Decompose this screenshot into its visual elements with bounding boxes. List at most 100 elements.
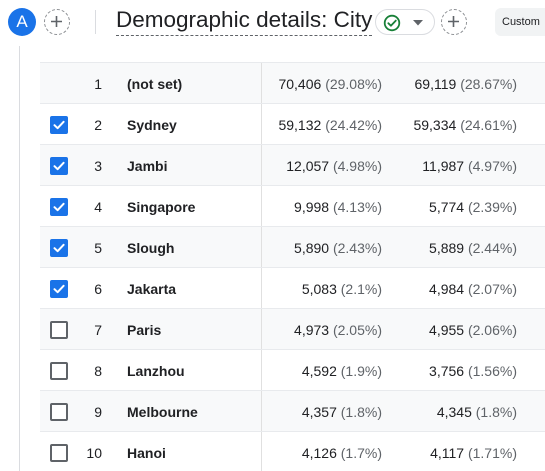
row-checkbox[interactable] xyxy=(50,403,68,421)
chevron-down-icon xyxy=(413,20,423,26)
table-row[interactable]: 4 Singapore 9,998 (4.13%) 5,774 (2.39%) xyxy=(40,185,545,226)
column-divider xyxy=(261,391,262,431)
metric-1-cell: 12,057 (4.98%) xyxy=(286,158,382,174)
report-status-dropdown[interactable] xyxy=(375,9,435,35)
metric-1-cell: 4,592 (1.9%) xyxy=(302,363,382,379)
metric-2-cell: 4,984 (2.07%) xyxy=(429,281,517,297)
metric-1-percent: (24.42%) xyxy=(325,117,382,133)
row-checkbox-checked[interactable] xyxy=(50,239,68,257)
metric-2-percent: (1.56%) xyxy=(467,363,517,379)
column-divider xyxy=(261,186,262,226)
city-name: Jambi xyxy=(127,158,168,174)
metric-2-value: 69,119 xyxy=(414,76,457,92)
column-divider xyxy=(261,432,262,471)
city-table: 1 (not set) 70,406 (29.08%) 69,119 (28.67%)… xyxy=(40,62,545,471)
city-name: (not set) xyxy=(127,76,183,92)
metric-2-cell: 5,774 (2.39%) xyxy=(429,199,517,215)
row-rank: 1 xyxy=(94,76,102,92)
metric-2-percent: (2.07%) xyxy=(467,281,517,297)
table-row[interactable]: 10 Hanoi 4,126 (1.7%) 4,117 (1.71%) xyxy=(40,431,545,471)
date-range-chip[interactable]: Custom xyxy=(495,8,545,36)
check-circle-icon xyxy=(383,14,401,32)
row-checkbox-checked[interactable] xyxy=(50,116,68,134)
table-row[interactable]: 3 Jambi 12,057 (4.98%) 11,987 (4.97%) xyxy=(40,144,545,185)
header-divider xyxy=(95,10,96,34)
metric-2-value: 4,955 xyxy=(429,322,465,338)
metric-1-cell: 5,083 (2.1%) xyxy=(302,281,382,297)
add-filter-button[interactable] xyxy=(441,9,467,35)
checkmark-icon xyxy=(53,202,65,212)
metric-1-percent: (4.13%) xyxy=(332,199,382,215)
metric-2-percent: (28.67%) xyxy=(460,76,517,92)
column-divider xyxy=(261,63,262,103)
metric-1-percent: (1.9%) xyxy=(340,363,382,379)
city-name: Hanoi xyxy=(127,445,166,461)
page-title[interactable]: Demographic details: City xyxy=(116,7,373,36)
account-avatar[interactable]: A xyxy=(8,8,36,36)
column-divider xyxy=(261,104,262,144)
city-name: Slough xyxy=(127,240,175,256)
metric-1-percent: (2.1%) xyxy=(340,281,382,297)
metric-2-cell: 59,334 (24.61%) xyxy=(413,117,517,133)
metric-1-value: 5,890 xyxy=(294,240,330,256)
row-checkbox[interactable] xyxy=(50,321,68,339)
checkmark-icon xyxy=(53,284,65,294)
metric-2-value: 3,756 xyxy=(429,363,465,379)
metric-1-value: 59,132 xyxy=(278,117,322,133)
city-name: Singapore xyxy=(127,199,196,215)
metric-2-percent: (1.8%) xyxy=(475,404,517,420)
metric-2-value: 5,774 xyxy=(429,199,465,215)
panel-left-border xyxy=(19,46,20,471)
column-divider xyxy=(261,309,262,349)
metric-1-percent: (1.8%) xyxy=(340,404,382,420)
metric-2-percent: (24.61%) xyxy=(460,117,517,133)
metric-2-cell: 69,119 (28.67%) xyxy=(415,76,517,92)
metric-1-value: 5,083 xyxy=(301,281,337,297)
row-rank: 5 xyxy=(94,240,102,256)
metric-2-value: 4,345 xyxy=(436,404,472,420)
city-name: Paris xyxy=(127,322,162,338)
table-row[interactable]: 1 (not set) 70,406 (29.08%) 69,119 (28.67%) xyxy=(40,62,545,103)
checkmark-icon xyxy=(53,120,65,130)
row-checkbox[interactable] xyxy=(50,362,68,380)
metric-2-cell: 3,756 (1.56%) xyxy=(429,363,517,379)
metric-1-percent: (4.98%) xyxy=(332,158,382,174)
metric-1-percent: (1.7%) xyxy=(340,445,382,461)
metric-1-value: 4,126 xyxy=(301,445,337,461)
metric-2-value: 59,334 xyxy=(413,117,457,133)
table-row[interactable]: 2 Sydney 59,132 (24.42%) 59,334 (24.61%) xyxy=(40,103,545,144)
metric-2-percent: (2.39%) xyxy=(467,199,517,215)
metric-1-value: 4,973 xyxy=(294,322,330,338)
row-checkbox[interactable] xyxy=(50,444,68,462)
column-divider xyxy=(261,145,262,185)
row-rank: 9 xyxy=(94,404,102,420)
metric-1-cell: 5,890 (2.43%) xyxy=(294,240,382,256)
row-checkbox-checked[interactable] xyxy=(50,157,68,175)
plus-icon xyxy=(448,16,459,27)
table-row[interactable]: 7 Paris 4,973 (2.05%) 4,955 (2.06%) xyxy=(40,308,545,349)
table-header-strip xyxy=(40,46,545,62)
metric-1-value: 70,406 xyxy=(278,76,322,92)
city-name: Jakarta xyxy=(127,281,177,297)
add-comparison-button[interactable] xyxy=(44,9,70,35)
table-row[interactable]: 8 Lanzhou 4,592 (1.9%) 3,756 (1.56%) xyxy=(40,349,545,390)
metric-1-cell: 4,973 (2.05%) xyxy=(294,322,382,338)
metric-2-value: 4,117 xyxy=(430,445,465,461)
table-row[interactable]: 5 Slough 5,890 (2.43%) 5,889 (2.44%) xyxy=(40,226,545,267)
metric-1-cell: 4,357 (1.8%) xyxy=(302,404,382,420)
column-divider xyxy=(261,350,262,390)
row-checkbox-checked[interactable] xyxy=(50,198,68,216)
metric-1-value: 4,592 xyxy=(301,363,337,379)
column-divider xyxy=(261,268,262,308)
table-row[interactable]: 6 Jakarta 5,083 (2.1%) 4,984 (2.07%) xyxy=(40,267,545,308)
metric-2-cell: 4,345 (1.8%) xyxy=(437,404,517,420)
metric-1-cell: 70,406 (29.08%) xyxy=(278,76,382,92)
metric-1-percent: (2.05%) xyxy=(332,322,382,338)
metric-1-cell: 4,126 (1.7%) xyxy=(302,445,382,461)
table-row[interactable]: 9 Melbourne 4,357 (1.8%) 4,345 (1.8%) xyxy=(40,390,545,431)
row-rank: 10 xyxy=(86,445,102,461)
row-checkbox-checked[interactable] xyxy=(50,280,68,298)
row-rank: 8 xyxy=(94,363,102,379)
metric-1-cell: 9,998 (4.13%) xyxy=(294,199,382,215)
metric-1-percent: (2.43%) xyxy=(332,240,382,256)
